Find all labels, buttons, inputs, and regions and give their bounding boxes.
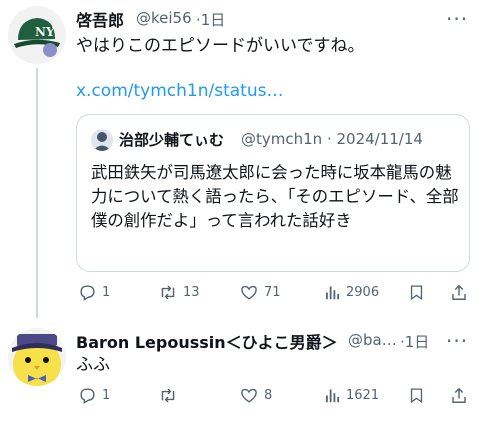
bookmark-button[interactable] (408, 386, 425, 405)
svg-text:NY: NY (35, 25, 55, 39)
quote-text: 武田鉄矢が司馬遼太郎に会った時に坂本龍馬の魅力について熱く語ったら、「そのエピソ… (91, 163, 459, 230)
like-count: 71 (264, 285, 281, 300)
views-count: 2906 (346, 285, 380, 300)
share-icon (452, 387, 466, 403)
quote-author-handle-date: @tymch1n · 2024/11/14 (241, 130, 423, 148)
repost-icon (161, 388, 175, 403)
author-handle[interactable]: @ba… (348, 331, 397, 349)
share-button[interactable] (450, 283, 468, 302)
thread-line (36, 68, 38, 318)
share-icon (452, 284, 466, 300)
repost-button[interactable] (158, 386, 183, 405)
quote-author-name: 治部少輔てぃむ (119, 131, 225, 149)
tweet-link[interactable]: x.com/tymch1n/status… (76, 81, 283, 101)
avatar[interactable] (8, 328, 66, 386)
like-count: 8 (264, 388, 273, 403)
author-name[interactable]: Baron Lepoussin＜ひよこ男爵＞ (76, 329, 338, 353)
quote-avatar (91, 129, 113, 151)
reply-icon (80, 388, 95, 404)
bookmark-icon (410, 285, 423, 301)
author-handle[interactable]: @kei56 (136, 9, 192, 27)
avatar[interactable]: NY (8, 6, 66, 64)
views-icon (326, 286, 340, 300)
views-button[interactable]: 1621 (323, 386, 379, 405)
quoted-tweet-card[interactable]: 治部少輔てぃむ @tymch1n · 2024/11/14 武田鉄矢が司馬遼太郎… (76, 114, 470, 272)
bookmark-button[interactable] (408, 283, 425, 302)
repost-count: 13 (183, 285, 200, 300)
reply-count: 1 (102, 388, 111, 403)
like-icon (241, 285, 257, 300)
like-button[interactable]: 8 (239, 386, 272, 405)
like-button[interactable]: 71 (239, 283, 281, 302)
post-time[interactable]: ·1日 (196, 9, 225, 30)
author-name[interactable]: 啓吾郎 (76, 7, 124, 31)
share-button[interactable] (450, 386, 468, 405)
like-icon (241, 388, 257, 403)
reply-button[interactable]: 1 (78, 283, 110, 302)
tweet-text: ふふ (76, 355, 110, 375)
views-button[interactable]: 2906 (323, 283, 379, 302)
views-count: 1621 (346, 388, 380, 403)
views-icon (326, 389, 340, 403)
bookmark-icon (410, 388, 423, 404)
post-time[interactable]: ·1日 (400, 331, 429, 352)
repost-button[interactable]: 13 (158, 283, 200, 302)
reply-button[interactable]: 1 (78, 386, 110, 405)
more-icon[interactable]: ··· (446, 9, 468, 29)
tweet-text: やはりこのエピソードがいいですね。 (76, 36, 365, 56)
repost-icon (161, 285, 175, 300)
reply-icon (80, 285, 95, 301)
reply-count: 1 (102, 285, 111, 300)
more-icon[interactable]: ··· (446, 331, 468, 351)
